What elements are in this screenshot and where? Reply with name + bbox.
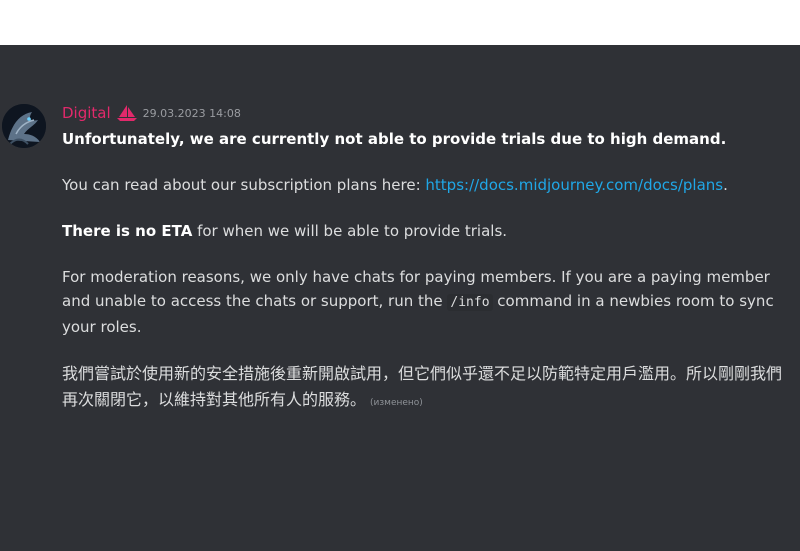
plans-suffix: . [723, 176, 728, 194]
message-line-chinese: 我們嘗試於使用新的安全措施後重新開啟試用，但它們似乎還不足以防範特定用戶濫用。所… [62, 361, 792, 416]
plans-text: You can read about our subscription plan… [62, 176, 426, 194]
dragon-avatar-icon [2, 104, 46, 148]
message-line-plans: You can read about our subscription plan… [62, 173, 792, 197]
message-line-moderation: For moderation reasons, we only have cha… [62, 265, 792, 339]
message-header: Digital 29.03.2023 14:08 [62, 103, 792, 123]
top-blank-area [0, 0, 800, 45]
message-line-trials: Unfortunately, we are currently not able… [62, 130, 727, 148]
message-line-eta: There is no ETA for when we will be able… [62, 219, 792, 243]
author-name[interactable]: Digital [62, 104, 111, 122]
eta-bold-text: There is no ETA [62, 222, 193, 240]
info-command-code: /info [447, 294, 493, 311]
sailboat-icon [116, 104, 138, 122]
message: Digital 29.03.2023 14:08 Unfortunately, … [62, 103, 792, 416]
avatar[interactable] [2, 104, 46, 148]
plans-link[interactable]: https://docs.midjourney.com/docs/plans [425, 176, 723, 194]
edited-label: (изменено) [370, 398, 423, 408]
eta-text: for when we will be able to provide tria… [192, 222, 508, 240]
message-timestamp: 29.03.2023 14:08 [142, 106, 241, 120]
